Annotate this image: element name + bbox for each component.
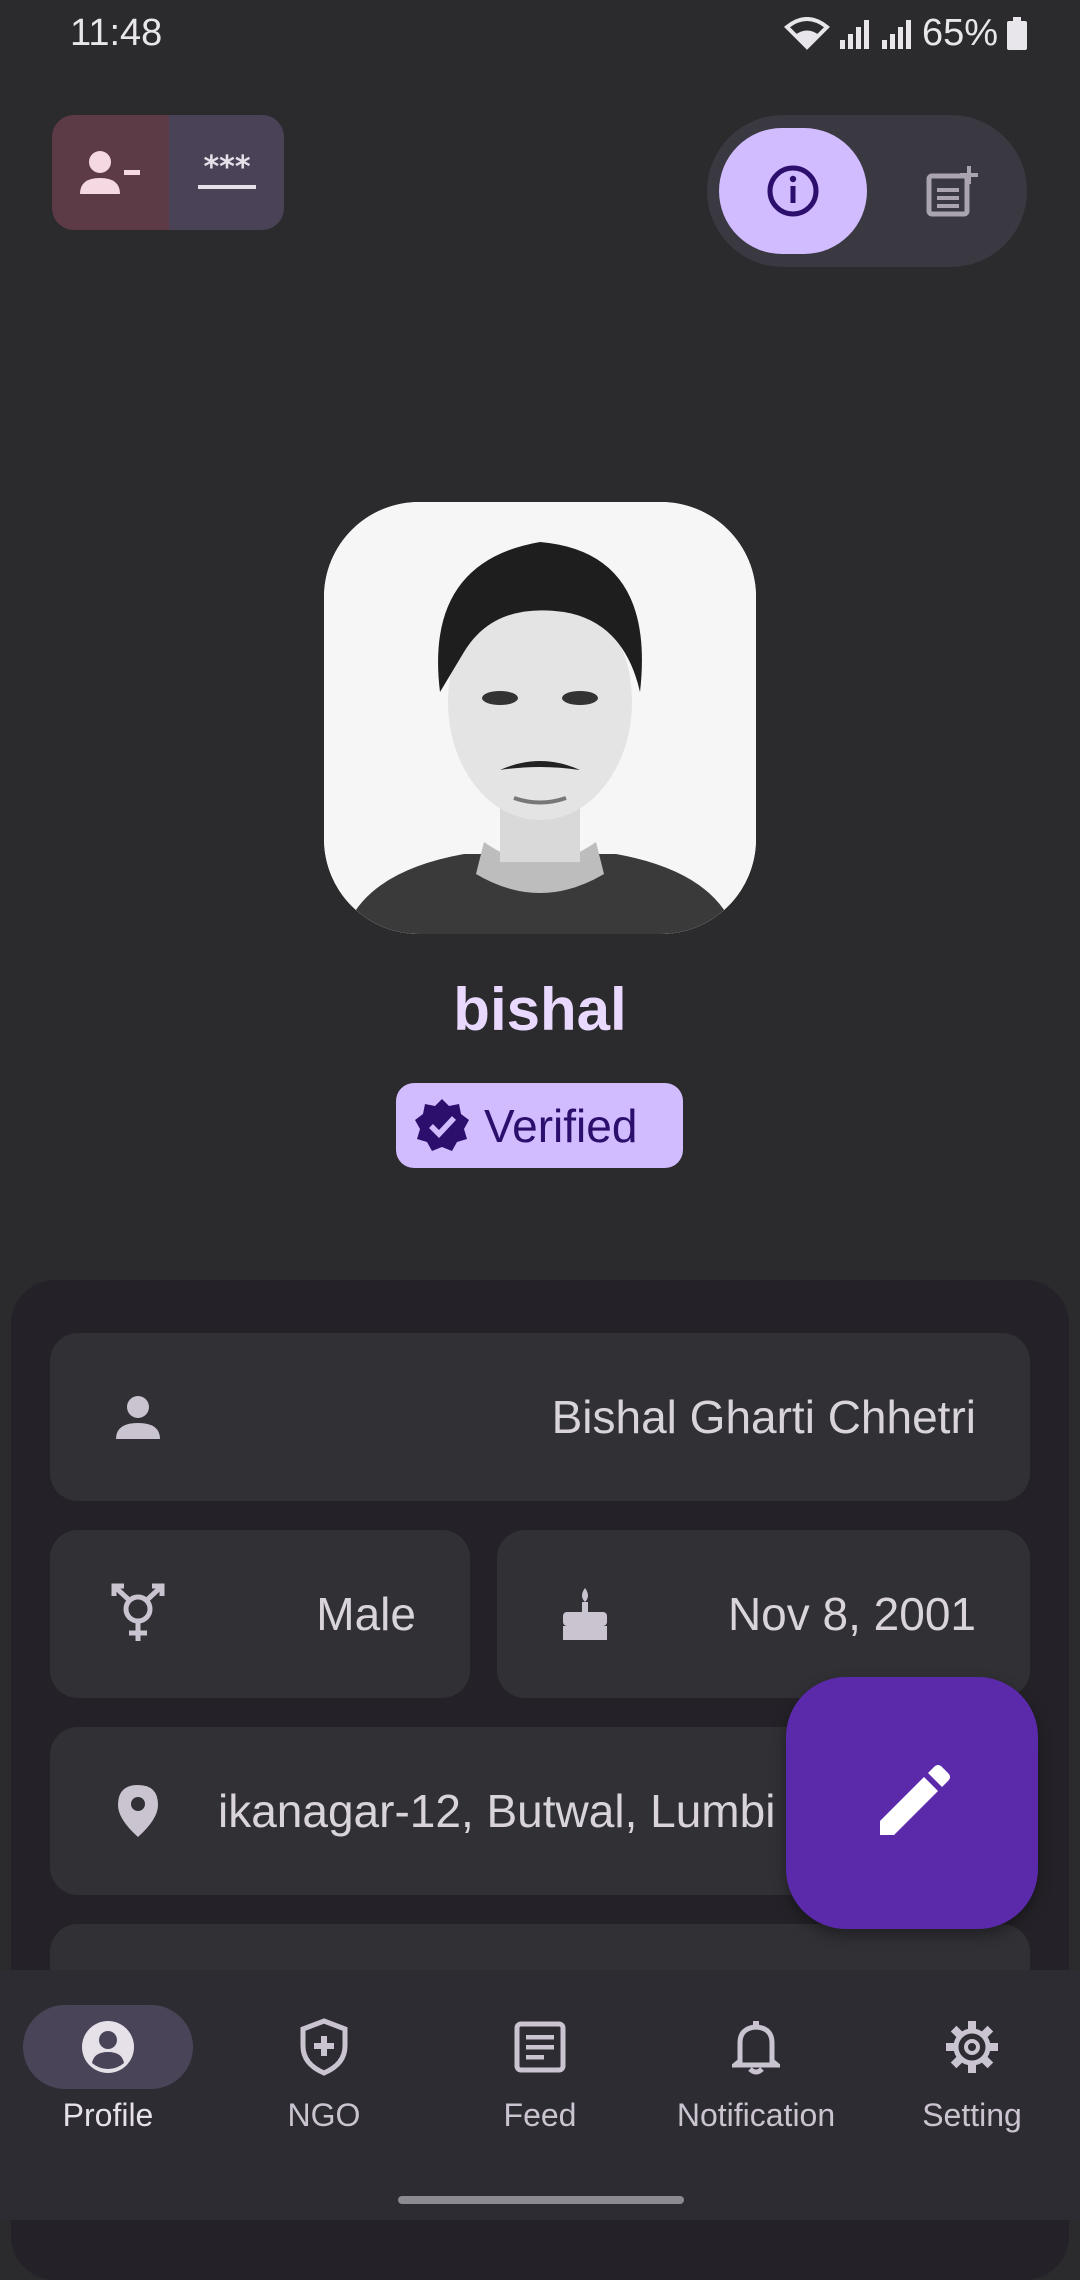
- wifi-icon: [783, 16, 830, 50]
- gender-row: Male: [50, 1530, 470, 1698]
- address-value: ikanagar-12, Butwal, Lumbi: [218, 1785, 776, 1837]
- pencil-icon: [880, 1765, 950, 1835]
- dob-row: Nov 8, 2001: [497, 1530, 1030, 1698]
- full-name-row: Bishal Gharti Chhetri: [50, 1333, 1030, 1501]
- nav-label-notification: Notification: [676, 2097, 836, 2133]
- password-icon: ***: [197, 153, 256, 189]
- nav-item-feed[interactable]: Feed: [432, 2005, 648, 2134]
- nav-label-ngo: NGO: [287, 2097, 361, 2133]
- svg-text:***: ***: [203, 153, 250, 185]
- person-remove-icon: [79, 150, 140, 194]
- full-name-value: Bishal Gharti Chhetri: [551, 1391, 976, 1443]
- gender-value: Male: [316, 1588, 416, 1640]
- battery-percent: 65%: [921, 12, 998, 54]
- signal-icon: [839, 19, 869, 49]
- nav-feed-indicator: [455, 2005, 625, 2089]
- signal-icon-2: [881, 19, 911, 49]
- verified-badge: Verified: [396, 1083, 683, 1168]
- status-time: 11:48: [70, 12, 163, 54]
- cake-icon: [555, 1584, 615, 1644]
- article-icon: [514, 2021, 566, 2073]
- nav-item-ngo[interactable]: NGO: [216, 2005, 432, 2134]
- info-toggle-button[interactable]: [719, 128, 867, 254]
- battery-icon: [1007, 16, 1027, 50]
- verified-label: Verified: [484, 1099, 638, 1152]
- verified-icon: [415, 1098, 469, 1151]
- change-password-button[interactable]: ***: [169, 115, 284, 230]
- person-icon: [108, 1387, 168, 1447]
- status-icons: 65%: [783, 12, 1028, 55]
- account-actions: ***: [52, 115, 284, 230]
- nav-setting-indicator: [887, 2005, 1057, 2089]
- nav-label-feed: Feed: [503, 2097, 577, 2133]
- dob-value: Nov 8, 2001: [727, 1588, 976, 1640]
- view-toggle: [707, 115, 1027, 267]
- gear-icon: [946, 2021, 998, 2073]
- profile-avatar[interactable]: [324, 502, 756, 934]
- nav-item-notification[interactable]: Notification: [648, 2005, 864, 2134]
- location-pin-icon: [108, 1781, 168, 1841]
- nav-ngo-indicator: [239, 2005, 409, 2089]
- account-circle-icon: [82, 2021, 134, 2073]
- gesture-handle[interactable]: [398, 2196, 684, 2204]
- info-icon: [767, 165, 819, 217]
- edit-profile-button[interactable]: [786, 1677, 1038, 1929]
- nav-item-profile[interactable]: Profile: [0, 2005, 216, 2134]
- add-post-toggle-button[interactable]: [892, 128, 1012, 254]
- shield-plus-icon: [300, 2018, 348, 2076]
- remove-account-button[interactable]: [52, 115, 169, 230]
- avatar-photo: [324, 502, 756, 934]
- nav-profile-indicator: [23, 2005, 193, 2089]
- nav-label-setting: Setting: [922, 2097, 1022, 2133]
- post-add-icon: [926, 166, 978, 217]
- nav-item-setting[interactable]: Setting: [864, 2005, 1080, 2134]
- nav-notification-indicator: [671, 2005, 841, 2089]
- username: bishal: [453, 976, 627, 1043]
- nav-label-profile: Profile: [62, 2097, 154, 2133]
- gender-icon: [108, 1583, 168, 1644]
- bell-icon: [732, 2021, 780, 2075]
